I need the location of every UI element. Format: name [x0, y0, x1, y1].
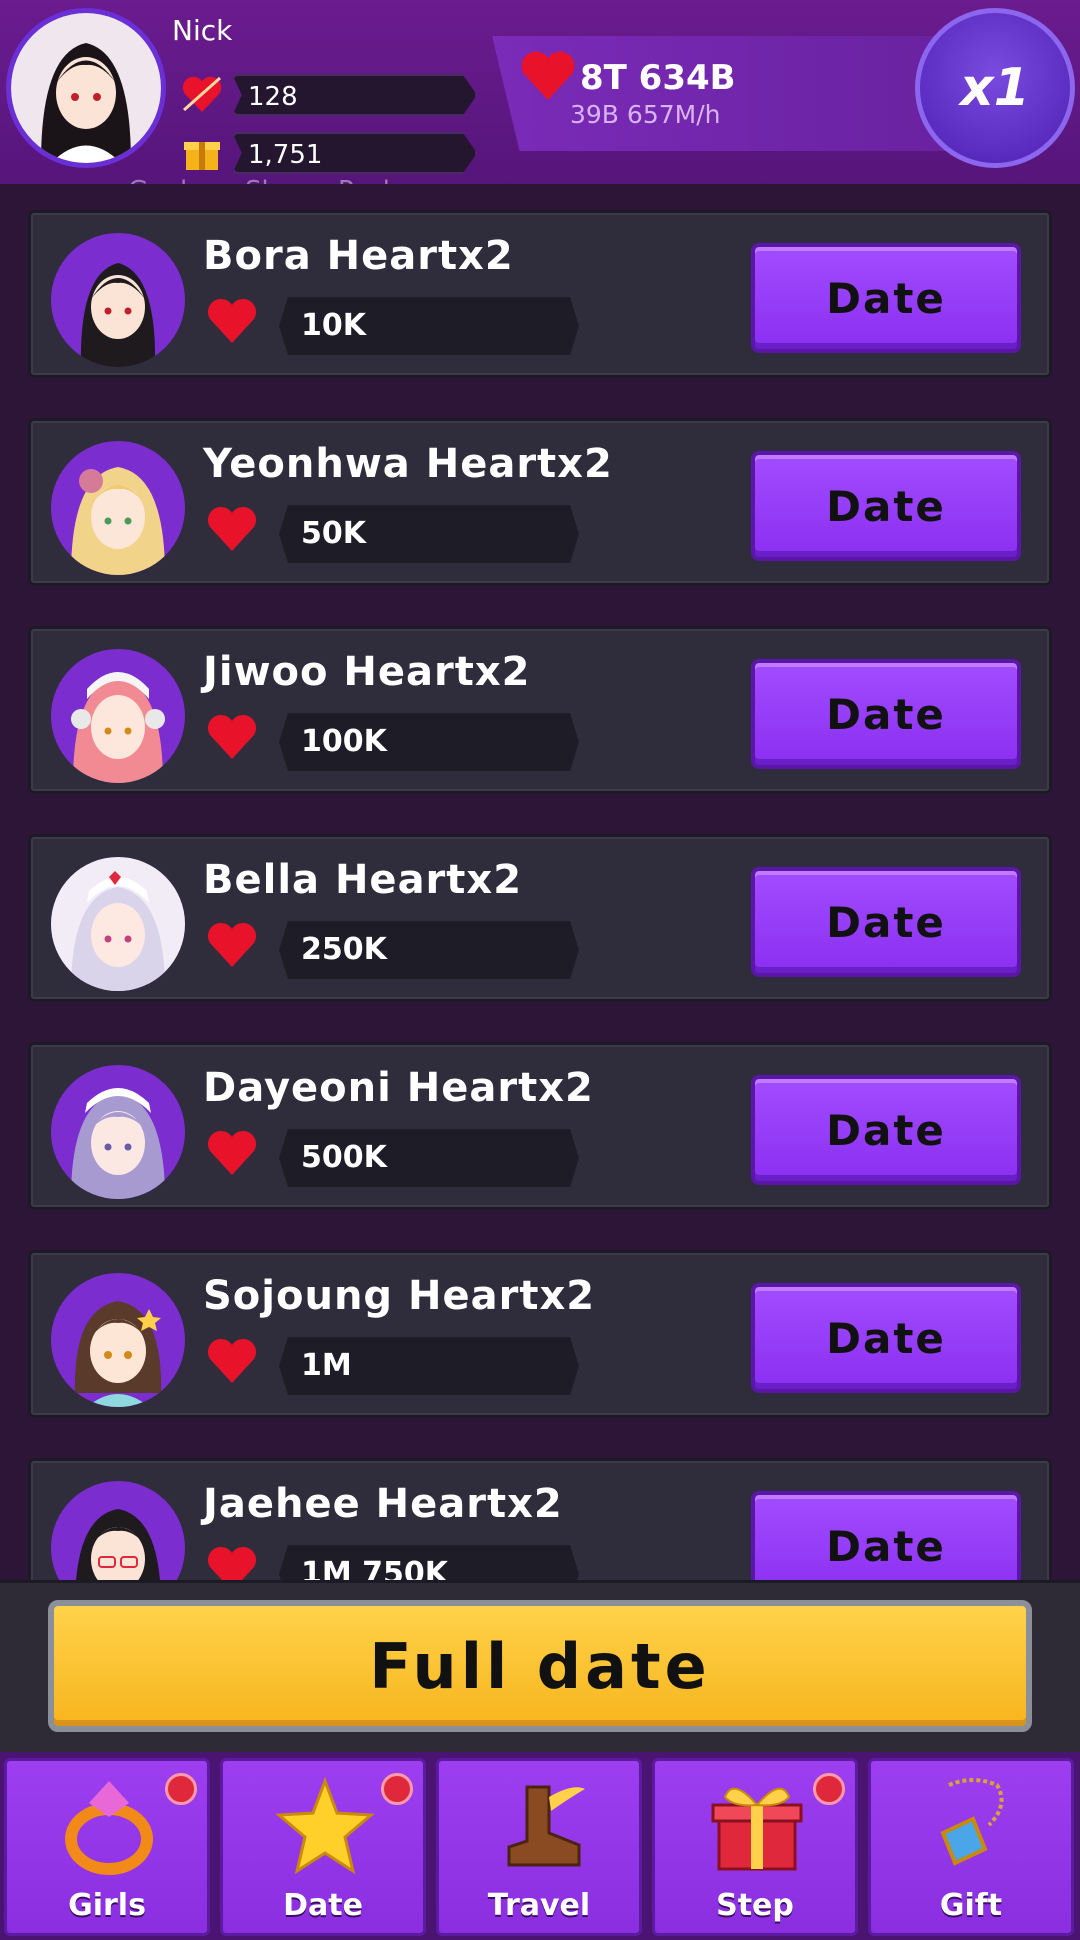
date-cost: 100K	[279, 713, 579, 771]
heart-icon	[207, 714, 257, 759]
hearts-rate: 39B 657M/h	[570, 100, 721, 129]
girl-name: Bora Heartx2	[203, 233, 514, 279]
multiplier-button[interactable]: x1	[915, 8, 1075, 168]
nav-tab-gift[interactable]: Gift	[868, 1758, 1074, 1936]
date-button[interactable]: Date	[751, 659, 1021, 769]
date-cost: 1M	[279, 1337, 579, 1395]
heart-arrow-icon	[182, 76, 222, 112]
nav-label: Gift	[939, 1888, 1003, 1923]
girl-name: Sojoung Heartx2	[203, 1273, 596, 1319]
portrait-yeonhwa	[51, 441, 185, 575]
date-cost: 500K	[279, 1129, 579, 1187]
player-avatar[interactable]	[6, 8, 166, 168]
date-button[interactable]: Date	[751, 867, 1021, 977]
date-cost: 10K	[279, 297, 579, 355]
girl-portrait-icon	[71, 467, 165, 575]
girl-name: Dayeoni Heartx2	[203, 1065, 594, 1111]
girl-portrait-icon	[76, 1509, 160, 1580]
pendant-icon	[940, 1778, 1004, 1866]
girl-portrait-icon	[71, 672, 165, 783]
portrait-sojoung	[51, 1273, 185, 1407]
notification-badge	[813, 1773, 845, 1805]
full-date-button[interactable]: Full date	[48, 1600, 1032, 1732]
girl-portrait-icon	[51, 857, 185, 991]
nav-tab-date[interactable]: Date	[220, 1758, 426, 1936]
date-cost: 250K	[279, 921, 579, 979]
girl-name: Jiwoo Heartx2	[203, 649, 531, 695]
list-item: Bella Heartx2 250K Date	[28, 834, 1052, 1002]
date-button[interactable]: Date	[751, 243, 1021, 353]
portrait-bora	[51, 233, 185, 367]
winged-boot-icon	[507, 1785, 585, 1867]
gift-icon	[184, 142, 220, 170]
notification-badge	[381, 1773, 413, 1805]
date-button[interactable]: Date	[751, 451, 1021, 561]
girl-name: Yeonhwa Heartx2	[203, 441, 613, 487]
star-icon	[275, 1776, 375, 1875]
portrait-jaehee	[51, 1481, 185, 1580]
list-item: Sojoung Heartx2 1M Date	[28, 1250, 1052, 1418]
gift-box-icon	[711, 1787, 803, 1871]
heart-icon	[207, 1338, 257, 1383]
nav-tab-travel[interactable]: Travel	[436, 1758, 642, 1936]
nav-label: Step	[716, 1888, 794, 1923]
gifts-counter: 1,751	[232, 132, 477, 174]
nav-label: Travel	[487, 1888, 591, 1923]
list-item: Jaehee Heartx2 1M 750K Date	[28, 1458, 1052, 1580]
portrait-dayeoni	[51, 1065, 185, 1199]
girl-portrait-icon	[80, 263, 156, 367]
heart-icon	[207, 298, 257, 343]
nav-label: Date	[283, 1888, 363, 1923]
date-cost: 1M 750K	[279, 1545, 579, 1580]
date-cost: 50K	[279, 505, 579, 563]
date-button[interactable]: Date	[751, 1491, 1021, 1580]
heart-icon	[208, 1547, 256, 1580]
date-button[interactable]: Date	[751, 1283, 1021, 1393]
heart-icon	[207, 506, 257, 551]
heart-icon	[207, 1130, 257, 1175]
notification-badge	[165, 1773, 197, 1805]
list-item: Bora Heartx2 10K Date	[28, 210, 1052, 378]
list-item: Dayeoni Heartx2 500K Date	[28, 1042, 1052, 1210]
heart-icon	[521, 51, 575, 100]
portrait-bella	[51, 857, 185, 991]
player-avatar-image	[11, 13, 161, 163]
portrait-jiwoo	[51, 649, 185, 783]
hearts-total: 8T 634B	[580, 58, 736, 98]
date-list[interactable]: Bora Heartx2 10K Date Yeonhwa Heartx2 50…	[0, 184, 1080, 1580]
list-item: Yeonhwa Heartx2 50K Date	[28, 418, 1052, 586]
list-item: Jiwoo Heartx2 100K Date	[28, 626, 1052, 794]
player-name: Nick	[172, 14, 233, 47]
bottom-nav: Girls Date Travel Step Gift	[0, 1752, 1080, 1940]
nav-tab-girls[interactable]: Girls	[4, 1758, 210, 1936]
date-button[interactable]: Date	[751, 1075, 1021, 1185]
ring-icon	[65, 1781, 153, 1875]
heart-icon	[207, 922, 257, 967]
girl-name: Bella Heartx2	[203, 857, 523, 903]
girl-portrait-icon	[74, 1301, 162, 1407]
hearts-counter: 128	[232, 74, 477, 116]
nav-tab-step[interactable]: Step	[652, 1758, 858, 1936]
nav-label: Girls	[68, 1888, 146, 1923]
girl-portrait-icon	[71, 1088, 165, 1199]
girl-name: Jaehee Heartx2	[203, 1481, 563, 1527]
